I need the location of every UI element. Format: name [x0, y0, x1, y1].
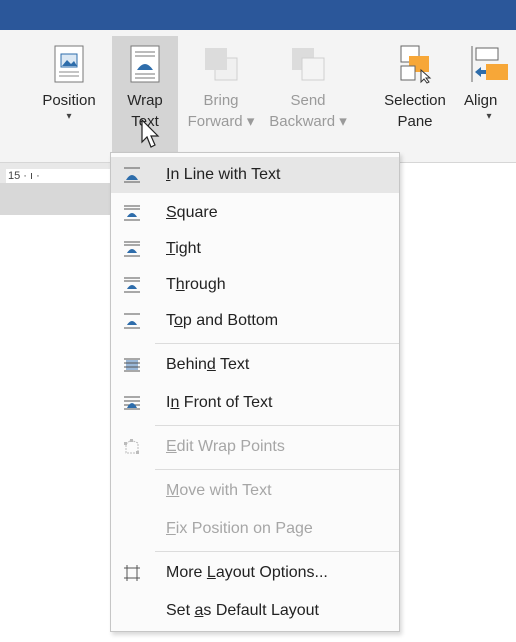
- menu-item-square[interactable]: Square: [111, 195, 399, 231]
- menu-item-through[interactable]: Through: [111, 267, 399, 303]
- menu-item-in-front-of-text[interactable]: In Front of Text: [111, 385, 399, 421]
- chevron-down-icon: ▾: [486, 111, 492, 122]
- align-icon: [471, 46, 508, 82]
- mouse-cursor-icon: [141, 118, 160, 148]
- through-wrap-icon: [124, 277, 140, 293]
- menu-item-in-line-with-text[interactable]: In Line with Text: [111, 157, 399, 193]
- position-button[interactable]: Position ▾: [30, 40, 108, 182]
- bring-forward-icon: [205, 48, 238, 81]
- in-front-of-text-icon: [124, 396, 140, 410]
- top-and-bottom-icon: [124, 313, 140, 329]
- menu-item-edit-wrap-points[interactable]: Edit Wrap Points: [111, 429, 399, 465]
- menu-item-tight[interactable]: Tight: [111, 231, 399, 267]
- chevron-down-icon: ▾: [66, 111, 72, 122]
- ribbon: Position ▾ Wrap Text Bring Forward ▾ Sen…: [0, 30, 516, 178]
- menu-separator: [155, 551, 399, 552]
- wrap-text-menu: In Line with Text Square Tight Through T…: [110, 152, 400, 632]
- menu-separator: [155, 469, 399, 470]
- edit-wrap-points-icon: [124, 439, 139, 454]
- layout-options-icon: [124, 565, 140, 581]
- menu-item-top-and-bottom[interactable]: Top and Bottom: [111, 303, 399, 339]
- title-bar: [0, 0, 516, 30]
- square-wrap-icon: [124, 205, 140, 221]
- menu-item-move-with-text[interactable]: Move with Text: [111, 473, 399, 509]
- ruler: 15 · ı ·: [0, 163, 110, 215]
- wrap-text-icon: [130, 45, 160, 83]
- align-button[interactable]: Align ▾: [462, 40, 516, 182]
- behind-text-icon: [124, 358, 140, 372]
- selection-pane-icon: [400, 45, 432, 84]
- tight-wrap-icon: [124, 241, 140, 257]
- menu-item-fix-position-on-page[interactable]: Fix Position on Page: [111, 511, 399, 547]
- menu-item-more-layout-options[interactable]: More Layout Options...: [111, 555, 399, 591]
- in-line-with-text-icon: [124, 167, 140, 183]
- menu-item-behind-text[interactable]: Behind Text: [111, 347, 399, 383]
- send-backward-icon: [292, 48, 325, 81]
- position-icon: [54, 45, 84, 83]
- menu-separator: [155, 343, 399, 344]
- menu-separator: [155, 425, 399, 426]
- menu-item-set-as-default-layout[interactable]: Set as Default Layout: [111, 593, 399, 629]
